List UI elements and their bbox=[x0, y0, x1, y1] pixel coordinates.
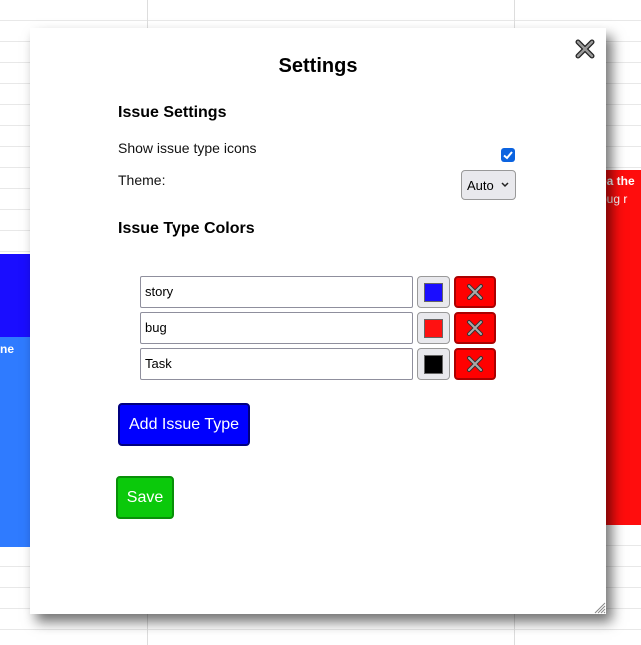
issue-type-name-input[interactable]: Task bbox=[140, 348, 413, 380]
show-icons-checkbox[interactable] bbox=[501, 148, 515, 162]
color-swatch bbox=[424, 355, 443, 374]
left-card-bottom: ne bbox=[0, 337, 30, 547]
delete-x-icon bbox=[467, 320, 483, 336]
close-icon[interactable] bbox=[574, 38, 596, 60]
color-picker-button[interactable] bbox=[417, 276, 450, 308]
color-swatch bbox=[424, 283, 443, 302]
delete-issue-type-button[interactable] bbox=[454, 348, 496, 380]
issue-type-name-input[interactable]: story bbox=[140, 276, 413, 308]
color-picker-button[interactable] bbox=[417, 312, 450, 344]
left-card-text: ne bbox=[0, 342, 15, 356]
theme-select[interactable]: Auto bbox=[461, 170, 516, 200]
save-button[interactable]: Save bbox=[116, 476, 174, 519]
checkmark-icon bbox=[503, 151, 513, 160]
add-issue-type-button[interactable]: Add Issue Type bbox=[118, 403, 250, 446]
issue-type-colors-heading: Issue Type Colors bbox=[118, 220, 255, 237]
delete-issue-type-button[interactable] bbox=[454, 276, 496, 308]
show-icons-label: Show issue type icons bbox=[118, 140, 257, 156]
color-swatch bbox=[424, 319, 443, 338]
issue-type-name-input[interactable]: bug bbox=[140, 312, 413, 344]
settings-dialog: Settings Issue Settings Show issue type … bbox=[30, 28, 606, 614]
left-card-top bbox=[0, 254, 30, 337]
chevron-down-icon bbox=[501, 182, 509, 188]
dialog-title: Settings bbox=[278, 55, 358, 77]
delete-x-icon bbox=[467, 356, 483, 372]
theme-label: Theme: bbox=[118, 172, 166, 188]
issue-settings-heading: Issue Settings bbox=[118, 104, 227, 121]
theme-value: Auto bbox=[467, 177, 494, 193]
color-picker-button[interactable] bbox=[417, 348, 450, 380]
resize-grip-icon[interactable] bbox=[592, 600, 606, 614]
delete-issue-type-button[interactable] bbox=[454, 312, 496, 344]
delete-x-icon bbox=[467, 284, 483, 300]
